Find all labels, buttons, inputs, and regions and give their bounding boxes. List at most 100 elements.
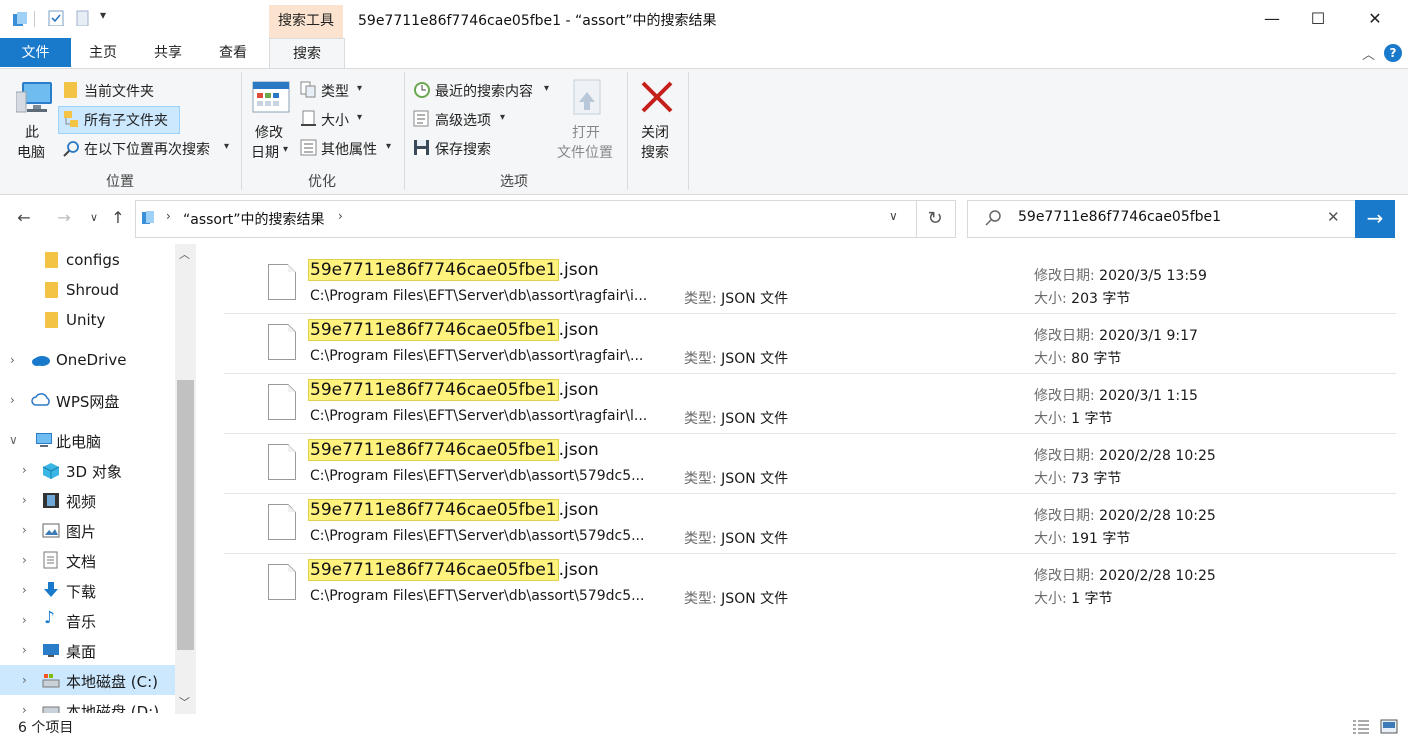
clear-search-icon[interactable]: ✕ — [1327, 208, 1340, 226]
collapse-chevron-icon[interactable]: ∨ — [9, 433, 18, 447]
item-count-status: 6 个项目 — [18, 720, 74, 736]
all-subfolders-label: 所有子文件夹 — [84, 113, 168, 129]
date-modified-label-2[interactable]: 日期 — [251, 142, 279, 162]
expand-chevron-icon[interactable]: › — [22, 613, 27, 627]
nav-item-videos[interactable]: 视频 — [66, 491, 96, 512]
result-filename[interactable]: 59e7711e86f7746cae05fbe1 .json — [308, 259, 599, 281]
save-search-button[interactable]: 保存搜索 — [435, 139, 491, 159]
close-search-label-1[interactable]: 关闭 — [641, 122, 669, 142]
date-modified-dropdown-icon[interactable]: ▾ — [283, 144, 288, 155]
large-icons-view-icon[interactable] — [1380, 719, 1398, 734]
scroll-up-icon[interactable]: ︿ — [179, 246, 190, 262]
size-value: 191 字节 — [1071, 531, 1131, 547]
search-go-arrow-icon[interactable]: → — [1355, 200, 1395, 238]
advanced-options-dropdown-icon[interactable]: ▾ — [500, 112, 505, 123]
nav-item-this-pc[interactable]: 此电脑 — [56, 431, 101, 452]
nav-item-3d-objects[interactable]: 3D 对象 — [66, 461, 122, 482]
nav-scrollbar-thumb[interactable] — [177, 380, 194, 650]
other-properties-button[interactable]: 其他属性 — [321, 139, 377, 159]
scroll-down-icon[interactable]: ﹀ — [179, 694, 190, 710]
breadcrumb-search-results[interactable]: “assort”中的搜索结果 — [183, 209, 324, 229]
expand-chevron-icon[interactable]: › — [22, 643, 27, 657]
nav-item-wps-drive[interactable]: WPS网盘 — [56, 391, 119, 412]
tab-view[interactable]: 查看 — [205, 38, 261, 67]
minimize-button[interactable]: — — [1249, 0, 1295, 38]
result-filename[interactable]: 59e7711e86f7746cae05fbe1 .json — [308, 379, 599, 401]
close-search-label-2[interactable]: 搜索 — [641, 142, 669, 162]
back-arrow-icon[interactable]: ← — [12, 206, 36, 230]
collapse-ribbon-icon[interactable]: ︿ — [1362, 44, 1375, 63]
nav-item-pictures[interactable]: 图片 — [66, 521, 96, 542]
drive-c-icon — [42, 674, 60, 688]
expand-chevron-icon[interactable]: › — [22, 523, 27, 537]
expand-chevron-icon[interactable]: › — [10, 393, 15, 407]
nav-item-downloads[interactable]: 下载 — [66, 581, 96, 602]
date-modified-label-1[interactable]: 修改 — [255, 122, 283, 142]
search-again-button[interactable]: 在以下位置再次搜索 — [84, 139, 210, 159]
expand-chevron-icon[interactable]: › — [22, 553, 27, 567]
result-type: 类型: JSON 文件 — [684, 288, 788, 308]
search-match-highlight: 59e7711e86f7746cae05fbe1 — [308, 499, 559, 521]
nav-item-music[interactable]: 音乐 — [66, 611, 96, 632]
help-icon[interactable]: ? — [1384, 44, 1402, 62]
tab-share[interactable]: 共享 — [140, 38, 196, 67]
nav-item-onedrive[interactable]: OneDrive — [56, 351, 127, 369]
nav-item-drive-c[interactable]: 本地磁盘 (C:) — [66, 671, 158, 692]
group-label-options: 选项 — [500, 174, 528, 190]
tab-file[interactable]: 文件 — [0, 38, 71, 67]
new-folder-icon[interactable] — [76, 10, 92, 26]
recent-searches-button[interactable]: 最近的搜索内容 — [435, 81, 533, 101]
recent-locations-icon[interactable]: ∨ — [82, 206, 106, 230]
other-properties-dropdown-icon[interactable]: ▾ — [386, 141, 391, 152]
close-window-button[interactable]: ✕ — [1352, 0, 1398, 38]
close-search-icon — [641, 81, 673, 113]
result-filename[interactable]: 59e7711e86f7746cae05fbe1 .json — [308, 499, 599, 521]
recent-searches-dropdown-icon[interactable]: ▾ — [544, 83, 549, 94]
folder-icon — [45, 282, 58, 298]
search-input[interactable]: 59e7711e86f7746cae05fbe1 — [1018, 209, 1221, 225]
tab-home[interactable]: 主页 — [75, 38, 131, 67]
forward-arrow-icon[interactable]: → — [52, 206, 76, 230]
expand-chevron-icon[interactable]: › — [22, 463, 27, 477]
nav-item-shroud[interactable]: Shroud — [66, 281, 119, 299]
date-value: 2020/3/5 13:59 — [1099, 268, 1207, 284]
result-filename[interactable]: 59e7711e86f7746cae05fbe1 .json — [308, 559, 599, 581]
kind-button[interactable]: 类型 — [321, 81, 349, 101]
this-pc-label-2[interactable]: 电脑 — [17, 142, 45, 162]
size-value: 80 字节 — [1071, 351, 1122, 367]
expand-chevron-icon[interactable]: › — [22, 703, 27, 713]
address-history-dropdown-icon[interactable]: ∨ — [889, 209, 898, 223]
json-file-icon — [268, 564, 296, 600]
details-view-icon[interactable] — [1352, 719, 1370, 734]
qat-customize-icon[interactable]: ▾ — [100, 8, 106, 22]
expand-chevron-icon[interactable]: › — [22, 583, 27, 597]
date-key: 修改日期: — [1034, 568, 1095, 584]
current-folder-button[interactable]: 当前文件夹 — [84, 81, 154, 101]
result-filename[interactable]: 59e7711e86f7746cae05fbe1 .json — [308, 439, 599, 461]
search-again-dropdown-icon[interactable]: ▾ — [224, 141, 229, 152]
result-filename[interactable]: 59e7711e86f7746cae05fbe1 .json — [308, 319, 599, 341]
this-pc-label-1[interactable]: 此 — [25, 122, 39, 142]
up-arrow-icon[interactable]: ↑ — [106, 206, 130, 230]
chevron-right-icon[interactable]: › — [166, 209, 171, 223]
size-dropdown-icon[interactable]: ▾ — [357, 112, 362, 123]
expand-chevron-icon[interactable]: › — [22, 673, 27, 687]
kind-dropdown-icon[interactable]: ▾ — [357, 83, 362, 94]
expand-chevron-icon[interactable]: › — [22, 493, 27, 507]
refresh-icon[interactable]: ↻ — [915, 200, 956, 238]
nav-item-documents[interactable]: 文档 — [66, 551, 96, 572]
nav-item-drive-d[interactable]: 本地磁盘 (D:) — [66, 701, 159, 713]
nav-item-unity[interactable]: Unity — [66, 311, 105, 329]
size-button[interactable]: 大小 — [321, 110, 349, 130]
result-date: 修改日期: 2020/3/5 13:59 — [1034, 265, 1207, 285]
expand-chevron-icon[interactable]: › — [10, 353, 15, 367]
properties-icon[interactable] — [48, 10, 64, 26]
nav-item-configs[interactable]: configs — [66, 251, 120, 269]
nav-item-desktop[interactable]: 桌面 — [66, 641, 96, 662]
chevron-right-icon[interactable]: › — [338, 209, 343, 223]
this-pc-icon — [36, 433, 52, 447]
advanced-options-button[interactable]: 高级选项 — [435, 110, 491, 130]
tab-search[interactable]: 搜索 — [269, 38, 345, 69]
maximize-button[interactable]: ☐ — [1295, 0, 1341, 38]
other-properties-icon — [300, 139, 317, 156]
